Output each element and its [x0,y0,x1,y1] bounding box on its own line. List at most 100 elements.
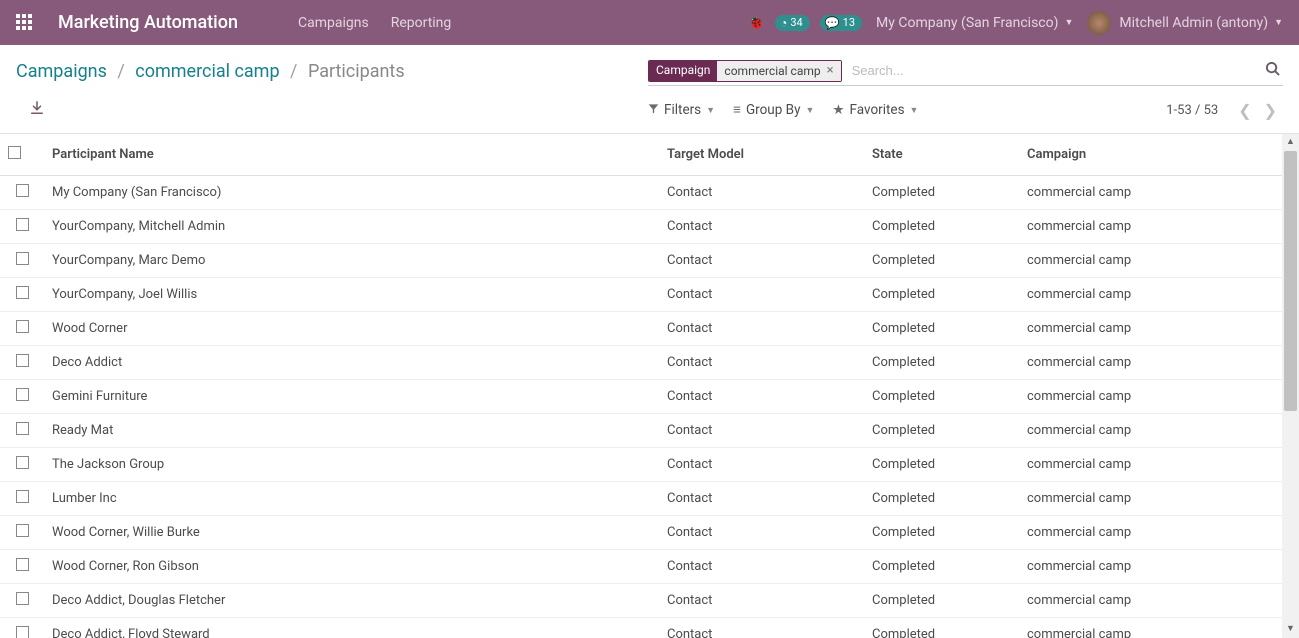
export-icon[interactable] [30,101,44,119]
table-row[interactable]: Gemini FurnitureContactCompletedcommerci… [0,380,1282,414]
cell-campaign: commercial camp [1019,516,1282,550]
breadcrumb-campaign-name[interactable]: commercial camp [135,61,279,82]
cell-name: Deco Addict, Floyd Steward [44,618,659,638]
column-header-model[interactable]: Target Model [659,134,864,176]
cell-name: Lumber Inc [44,482,659,516]
table-row[interactable]: YourCompany, Joel WillisContactCompleted… [0,278,1282,312]
cell-name: YourCompany, Mitchell Admin [44,210,659,244]
select-all-checkbox[interactable] [8,146,21,159]
row-checkbox-cell [0,346,44,380]
cell-campaign: commercial camp [1019,346,1282,380]
cell-campaign: commercial camp [1019,414,1282,448]
row-checkbox[interactable] [16,456,29,469]
cell-campaign: commercial camp [1019,448,1282,482]
breadcrumb-campaigns[interactable]: Campaigns [16,61,107,82]
cell-model: Contact [659,244,864,278]
row-checkbox-cell [0,618,44,638]
chevron-down-icon: ▼ [805,105,814,116]
row-checkbox[interactable] [16,388,29,401]
cell-name: Wood Corner, Willie Burke [44,516,659,550]
facet-category: Campaign [649,61,717,81]
row-checkbox-cell [0,278,44,312]
row-checkbox[interactable] [16,626,29,638]
nav-reporting[interactable]: Reporting [391,15,452,31]
row-checkbox-cell [0,414,44,448]
row-checkbox[interactable] [16,558,29,571]
company-switcher[interactable]: My Company (San Francisco) ▼ [876,15,1073,31]
cell-name: The Jackson Group [44,448,659,482]
pager-text[interactable]: 1-53 / 53 [1166,103,1218,118]
cell-model: Contact [659,210,864,244]
chevron-down-icon: ▼ [1064,17,1073,28]
table-row[interactable]: My Company (San Francisco)ContactComplet… [0,176,1282,210]
row-checkbox[interactable] [16,320,29,333]
breadcrumb-separator: / [290,61,297,82]
messages-badge[interactable]: 💬 13 [820,15,862,31]
table-row[interactable]: Lumber IncContactCompletedcommercial cam… [0,482,1282,516]
cell-campaign: commercial camp [1019,618,1282,638]
scroll-down-icon[interactable]: ▼ [1282,621,1299,638]
search-icon[interactable] [1262,61,1283,80]
user-menu[interactable]: Mitchell Admin (antony) ▼ [1087,11,1283,35]
row-checkbox-cell [0,244,44,278]
filters-button[interactable]: Filters ▼ [648,102,715,118]
cell-state: Completed [864,618,1019,638]
debug-icon[interactable]: 🐞 [748,15,765,31]
table-row[interactable]: Wood CornerContactCompletedcommercial ca… [0,312,1282,346]
column-header-campaign[interactable]: Campaign [1019,134,1282,176]
cell-model: Contact [659,618,864,638]
groupby-label: Group By [746,102,801,118]
cell-campaign: commercial camp [1019,278,1282,312]
table-row[interactable]: Wood Corner, Ron GibsonContactCompletedc… [0,550,1282,584]
row-checkbox-cell [0,550,44,584]
table-row[interactable]: Deco Addict, Douglas FletcherContactComp… [0,584,1282,618]
table-row[interactable]: Deco AddictContactCompletedcommercial ca… [0,346,1282,380]
table-row[interactable]: YourCompany, Marc DemoContactCompletedco… [0,244,1282,278]
scrollbar-thumb[interactable] [1284,151,1297,411]
search-facet-campaign[interactable]: Campaign commercial camp × [648,60,842,82]
row-checkbox[interactable] [16,490,29,503]
table-row[interactable]: Wood Corner, Willie BurkeContactComplete… [0,516,1282,550]
cell-name: Deco Addict [44,346,659,380]
table-row[interactable]: Deco Addict, Floyd StewardContactComplet… [0,618,1282,638]
row-checkbox[interactable] [16,524,29,537]
row-checkbox[interactable] [16,286,29,299]
cell-state: Completed [864,176,1019,210]
table-row[interactable]: Ready MatContactCompletedcommercial camp [0,414,1282,448]
row-checkbox[interactable] [16,184,29,197]
filters-label: Filters [664,102,701,118]
cell-campaign: commercial camp [1019,312,1282,346]
cell-state: Completed [864,278,1019,312]
header-checkbox-cell [0,134,44,176]
row-checkbox[interactable] [16,592,29,605]
cell-campaign: commercial camp [1019,244,1282,278]
cell-state: Completed [864,448,1019,482]
list-icon: ≡ [733,102,741,118]
app-brand[interactable]: Marketing Automation [58,12,238,33]
activities-count: 34 [790,16,802,29]
pager-prev-icon[interactable]: ❮ [1232,99,1257,122]
table-row[interactable]: The Jackson GroupContactCompletedcommerc… [0,448,1282,482]
facet-remove-icon[interactable]: × [827,63,834,78]
search-input[interactable] [848,60,1262,81]
cell-model: Contact [659,550,864,584]
column-header-state[interactable]: State [864,134,1019,176]
row-checkbox[interactable] [16,422,29,435]
row-checkbox[interactable] [16,354,29,367]
funnel-icon [648,102,659,118]
activities-badge[interactable]: ◔ 34 [775,15,810,31]
scroll-up-icon[interactable]: ▲ [1282,134,1299,151]
row-checkbox[interactable] [16,218,29,231]
nav-campaigns[interactable]: Campaigns [298,15,369,31]
pager-next-icon[interactable]: ❯ [1258,99,1283,122]
favorites-button[interactable]: ★ Favorites ▼ [832,102,918,118]
apps-menu-icon[interactable] [16,14,34,32]
chat-icon: 💬 [825,16,840,30]
cell-model: Contact [659,584,864,618]
table-row[interactable]: YourCompany, Mitchell AdminContactComple… [0,210,1282,244]
groupby-button[interactable]: ≡ Group By ▼ [733,102,814,118]
row-checkbox[interactable] [16,252,29,265]
vertical-scrollbar[interactable]: ▲ ▼ [1282,134,1299,638]
column-header-name[interactable]: Participant Name [44,134,659,176]
list-view: Participant Name Target Model State Camp… [0,134,1282,638]
